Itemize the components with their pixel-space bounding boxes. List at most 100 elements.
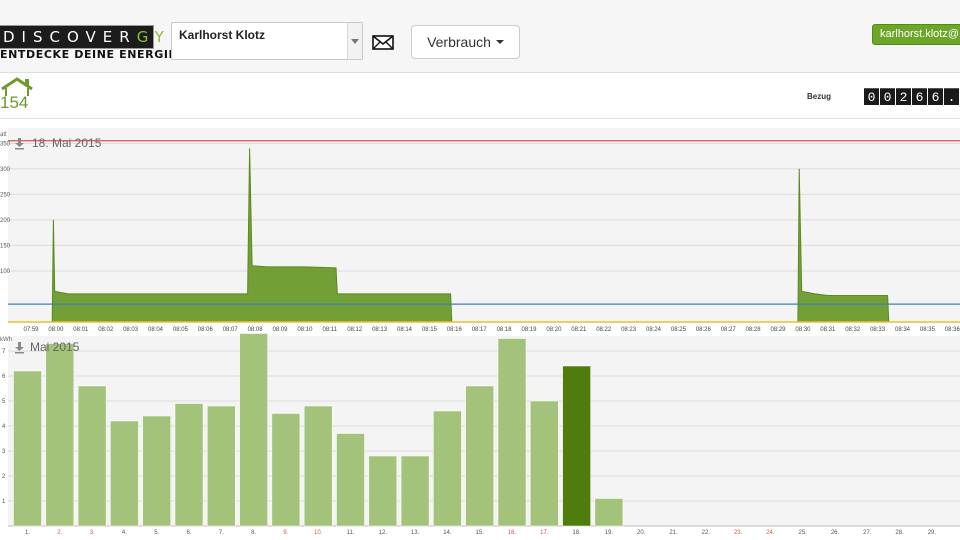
area-plot-background: [8, 128, 960, 322]
area-x-tick-label: 08:21: [571, 327, 587, 333]
bar-day-9[interactable]: [271, 413, 301, 527]
bar-x-tick-label: 14.: [443, 530, 452, 536]
area-x-tick-label: 08:00: [48, 327, 64, 333]
area-x-tick-label: 08:34: [895, 327, 911, 333]
area-x-tick-label: 08:07: [223, 327, 239, 333]
bar-day-2[interactable]: [45, 343, 75, 527]
area-x-tick-label: 08:20: [546, 327, 562, 333]
bar-x-tick-label: 13.: [411, 530, 420, 536]
bar-day-7[interactable]: [207, 405, 236, 527]
bar-x-tick-label: 18.: [572, 530, 581, 536]
area-x-tick-label: 08:01: [73, 327, 89, 333]
bar-day-13[interactable]: [400, 455, 430, 527]
area-x-tick-label: 08:26: [696, 327, 712, 333]
area-x-tick-label: 08:09: [272, 327, 288, 333]
area-x-tick-label: 08:15: [422, 327, 438, 333]
area-x-tick-label: 08:18: [497, 327, 513, 333]
bar-x-tick-label: 7.: [219, 530, 224, 536]
area-x-tick-label: 08:29: [770, 327, 786, 333]
area-x-tick-label: 08:13: [372, 327, 388, 333]
bar-x-ticks: 1. 2. 3. 4. 5. 6. 7. 8. 9. 10. 11. 12. 13. 14. 15. 16. 1…: [25, 530, 936, 536]
area-y-tick-label: 300: [0, 167, 11, 173]
bar-day-11[interactable]: [336, 433, 365, 527]
area-x-tick-label: 08:35: [920, 327, 936, 333]
bar-day-8[interactable]: [239, 333, 268, 527]
area-x-tick-label: 08:10: [297, 327, 313, 333]
area-x-tick-label: 08:24: [646, 327, 662, 333]
bar-day-10[interactable]: [303, 405, 333, 527]
bar-day-17[interactable]: [530, 400, 559, 527]
area-x-tick-label: 08:32: [845, 327, 861, 333]
bar-y-tick-label: 4: [2, 424, 6, 430]
area-y-label: att: [0, 132, 7, 138]
bar-x-tick-label: 22.: [702, 530, 711, 536]
bar-x-tick-label: 12.: [379, 530, 388, 536]
bar-day-12[interactable]: [368, 455, 398, 527]
area-x-tick-label: 08:11: [323, 327, 338, 333]
bar-x-tick-label: 21.: [669, 530, 678, 536]
area-x-ticks: 07:59 08:00 08:01 08:02 08:03 08:04 08:05 08:06…: [23, 327, 960, 333]
bar-day-4[interactable]: [110, 420, 139, 527]
bar-x-tick-label: 17.: [540, 530, 549, 536]
area-x-tick-label: 08:22: [596, 327, 612, 333]
area-y-tick-label: 100: [0, 269, 11, 275]
bar-x-tick-label: 27.: [863, 530, 872, 536]
area-x-tick-label: 08:25: [671, 327, 687, 333]
bar-x-tick-label: 6.: [186, 530, 191, 536]
bar-x-tick-label: 28.: [895, 530, 904, 536]
bar-x-tick-label: 2.: [57, 530, 62, 536]
bar-y-tick-label: 5: [2, 399, 6, 405]
area-x-tick-label: 08:17: [472, 327, 488, 333]
bar-x-tick-label: 23.: [734, 530, 743, 536]
area-y-tick-label: 250: [0, 192, 11, 198]
bar-x-tick-label: 9.: [283, 530, 288, 536]
bar-x-tick-label: 10.: [314, 530, 323, 536]
bar-x-tick-label: 8.: [251, 530, 256, 536]
bar-x-tick-label: 11.: [347, 530, 355, 536]
bar-x-tick-label: 5.: [154, 530, 159, 536]
bar-x-tick-label: 29.: [928, 530, 937, 536]
bar-y-tick-label: 3: [2, 449, 6, 455]
bar-y-ticks: 7 6 5 4 3 2 1: [2, 349, 6, 505]
area-y-tick-label: 200: [0, 218, 11, 224]
bar-y-tick-label: 6: [2, 374, 6, 380]
area-y-tick-label: 150: [0, 243, 11, 249]
area-x-tick-label: 07:59: [23, 327, 39, 333]
bar-y-tick-label: 1: [2, 499, 6, 505]
area-x-tick-label: 08:28: [746, 327, 762, 333]
area-chart-grid: [8, 128, 960, 322]
bar-x-tick-label: 20.: [637, 530, 646, 536]
bar-day-5[interactable]: [142, 415, 171, 527]
bar-y-label: kWh: [0, 337, 12, 343]
bar-day-3[interactable]: [77, 385, 107, 527]
charts-canvas: 350300250200150100 07:59 08:00 08:01 08:02 0…: [0, 128, 960, 536]
area-chart-title: 18. Mai 2015: [32, 136, 102, 150]
bar-day-16[interactable]: [497, 338, 527, 527]
bar-chart-title: Mai 2015: [30, 340, 80, 354]
bar-x-tick-label: 25.: [799, 530, 808, 536]
area-x-tick-label: 08:30: [795, 327, 811, 333]
area-x-tick-label: 08:19: [521, 327, 537, 333]
bar-x-tick-label: 16.: [508, 530, 517, 536]
bar-day-6[interactable]: [174, 403, 204, 527]
bar-day-1[interactable]: [13, 370, 42, 527]
area-x-tick-label: 08:31: [820, 327, 836, 333]
bar-x-tick-label: 26.: [831, 530, 840, 536]
bar-x-tick-label: 19.: [605, 530, 614, 536]
area-x-tick-label: 08:05: [173, 327, 189, 333]
bar-x-tick-label: 24.: [766, 530, 775, 536]
bar-day-19[interactable]: [594, 498, 624, 527]
bar-y-tick-label: 7: [2, 349, 6, 355]
area-x-tick-label: 08:06: [198, 327, 214, 333]
area-x-tick-label: 08:16: [447, 327, 463, 333]
bar-day-15[interactable]: [465, 385, 494, 527]
bar-x-tick-label: 15.: [476, 530, 485, 536]
area-x-tick-label: 08:36: [945, 327, 960, 333]
area-x-tick-label: 08:02: [98, 327, 114, 333]
bar-x-tick-label: 3.: [90, 530, 95, 536]
area-x-tick-label: 08:04: [148, 327, 164, 333]
bar-day-14[interactable]: [433, 410, 462, 527]
bar-x-tick-label: 4.: [122, 530, 127, 536]
area-x-tick-label: 08:12: [347, 327, 363, 333]
bar-day-18[interactable]: [562, 365, 591, 527]
